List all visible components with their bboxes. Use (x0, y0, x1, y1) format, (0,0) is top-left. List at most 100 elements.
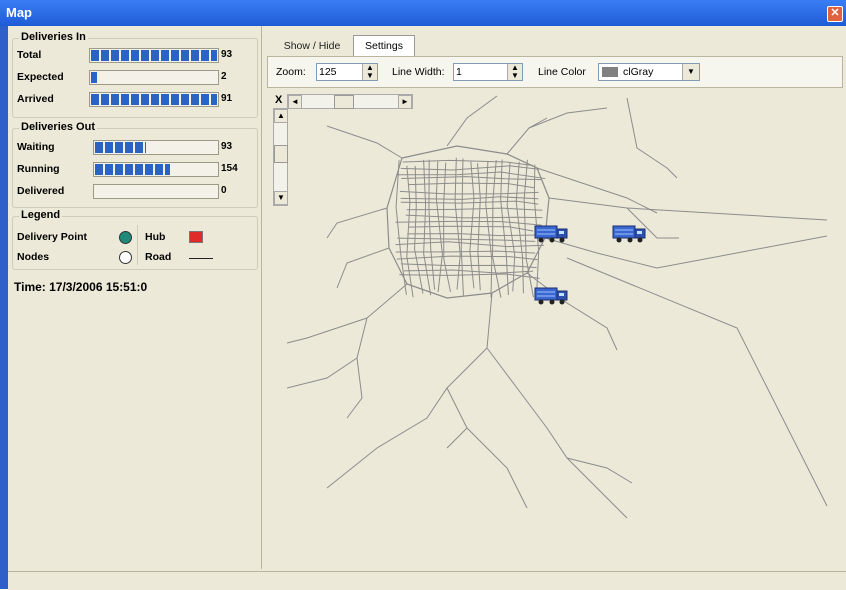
chevron-down-icon[interactable]: ▼ (682, 64, 699, 80)
status-bar (8, 571, 846, 590)
expected-progress-fill (91, 72, 97, 83)
road (326, 292, 493, 489)
truck-icon[interactable] (534, 225, 568, 243)
truck-icon[interactable] (612, 225, 646, 243)
hub-icon (189, 231, 203, 243)
vertical-scrollbar[interactable]: ▲ ▼ (273, 108, 288, 206)
road (326, 207, 388, 239)
road (566, 257, 828, 507)
tab-show-hide[interactable]: Show / Hide (273, 36, 351, 56)
running-label: Running (17, 163, 60, 175)
title-bar[interactable]: Map ✕ (0, 0, 846, 26)
waiting-value: 93 (221, 141, 233, 152)
expected-label: Expected (17, 71, 64, 83)
scroll-up-icon[interactable]: ▲ (274, 109, 288, 123)
road (515, 161, 524, 294)
arrived-row: Arrived 91 (17, 91, 253, 107)
waiting-row: Waiting 93 (17, 139, 253, 155)
simulation-time: Time: 17/3/2006 15:51:0 (14, 280, 148, 294)
road (500, 159, 509, 296)
zoom-label: Zoom: (276, 66, 306, 78)
horizontal-scroll-thumb[interactable] (334, 95, 354, 109)
road (405, 214, 543, 219)
road (399, 190, 539, 195)
line-width-spinner-arrows-icon[interactable]: ▲ ▼ (507, 64, 522, 80)
road (286, 283, 408, 389)
arrived-progress-fill (91, 94, 217, 105)
road (397, 237, 536, 242)
road (414, 165, 424, 294)
truck-icon[interactable] (534, 287, 568, 305)
road (346, 357, 363, 419)
delivered-row: Delivered 0 (17, 183, 253, 199)
arrived-label: Arrived (17, 93, 54, 105)
legend-nodes-label: Nodes (17, 251, 50, 263)
map-panel: Show / Hide Settings Zoom: 125 ▲ ▼ Line W… (263, 26, 846, 569)
road (406, 207, 543, 211)
expected-value: 2 (221, 71, 227, 82)
road (446, 95, 498, 147)
zoom-spinner-arrows-icon[interactable]: ▲ ▼ (362, 64, 377, 80)
road (406, 165, 414, 298)
vertical-scroll-thumb[interactable] (274, 145, 288, 163)
map-view[interactable]: X ◄ ► ▲ ▼ (267, 88, 841, 569)
line-width-label: Line Width: (392, 66, 445, 78)
total-progress-fill (91, 50, 217, 61)
running-progress-bar (93, 162, 219, 177)
road (486, 347, 633, 484)
line-width-spinner[interactable]: 1 ▲ ▼ (453, 63, 523, 81)
zoom-value: 125 (319, 66, 337, 78)
line-width-value: 1 (456, 66, 462, 78)
scroll-down-icon[interactable]: ▼ (274, 191, 288, 205)
waiting-label: Waiting (17, 141, 55, 153)
scroll-left-icon[interactable]: ◄ (288, 95, 302, 109)
legend-divider (137, 225, 138, 265)
deliveries-out-group: Deliveries Out Waiting 93 Running 154 De… (12, 121, 258, 208)
deliveries-in-title: Deliveries In (19, 31, 88, 43)
road (286, 317, 368, 344)
road (400, 196, 539, 200)
window-client-area: Deliveries In Total 93 Expected 2 Arrive… (8, 26, 846, 590)
deliveries-out-title: Deliveries Out (19, 121, 97, 133)
road (408, 182, 535, 189)
road (548, 197, 828, 221)
road (446, 387, 468, 449)
expected-row: Expected 2 (17, 69, 253, 85)
total-row: Total 93 (17, 47, 253, 63)
close-map-icon[interactable]: X (275, 94, 285, 106)
road-icon (189, 258, 213, 259)
road (492, 160, 502, 298)
expected-progress-bar (89, 70, 219, 85)
arrived-value: 91 (221, 93, 233, 104)
road (544, 235, 828, 269)
zoom-spinner[interactable]: 125 ▲ ▼ (316, 63, 378, 81)
road-network[interactable] (267, 88, 841, 569)
scroll-right-icon[interactable]: ► (398, 95, 412, 109)
legend-hub-label: Hub (145, 231, 166, 243)
road (466, 427, 528, 509)
road (408, 225, 534, 232)
line-color-select[interactable]: clGray ▼ (598, 63, 700, 81)
horizontal-scrollbar[interactable]: ◄ ► (287, 94, 413, 109)
road (396, 255, 538, 261)
node-icon (119, 251, 132, 264)
legend-group: Legend Delivery Point Hub Nodes Road (12, 209, 258, 270)
running-row: Running 154 (17, 161, 253, 177)
line-color-swatch (602, 67, 618, 77)
deliveries-in-group: Deliveries In Total 93 Expected 2 Arrive… (12, 31, 258, 118)
road (401, 176, 542, 181)
close-icon[interactable]: ✕ (827, 6, 843, 22)
legend-delivery-point-label: Delivery Point (17, 231, 88, 243)
road (485, 160, 493, 298)
delivered-label: Delivered (17, 185, 65, 197)
road (536, 167, 658, 214)
road (326, 125, 403, 159)
total-value: 93 (221, 49, 233, 60)
road (400, 200, 539, 205)
running-progress-fill (95, 164, 170, 175)
delivered-progress-bar (93, 184, 219, 199)
window-title: Map (6, 5, 32, 20)
road (395, 220, 542, 226)
tab-settings[interactable]: Settings (353, 35, 415, 58)
line-color-label: Line Color (538, 66, 586, 78)
